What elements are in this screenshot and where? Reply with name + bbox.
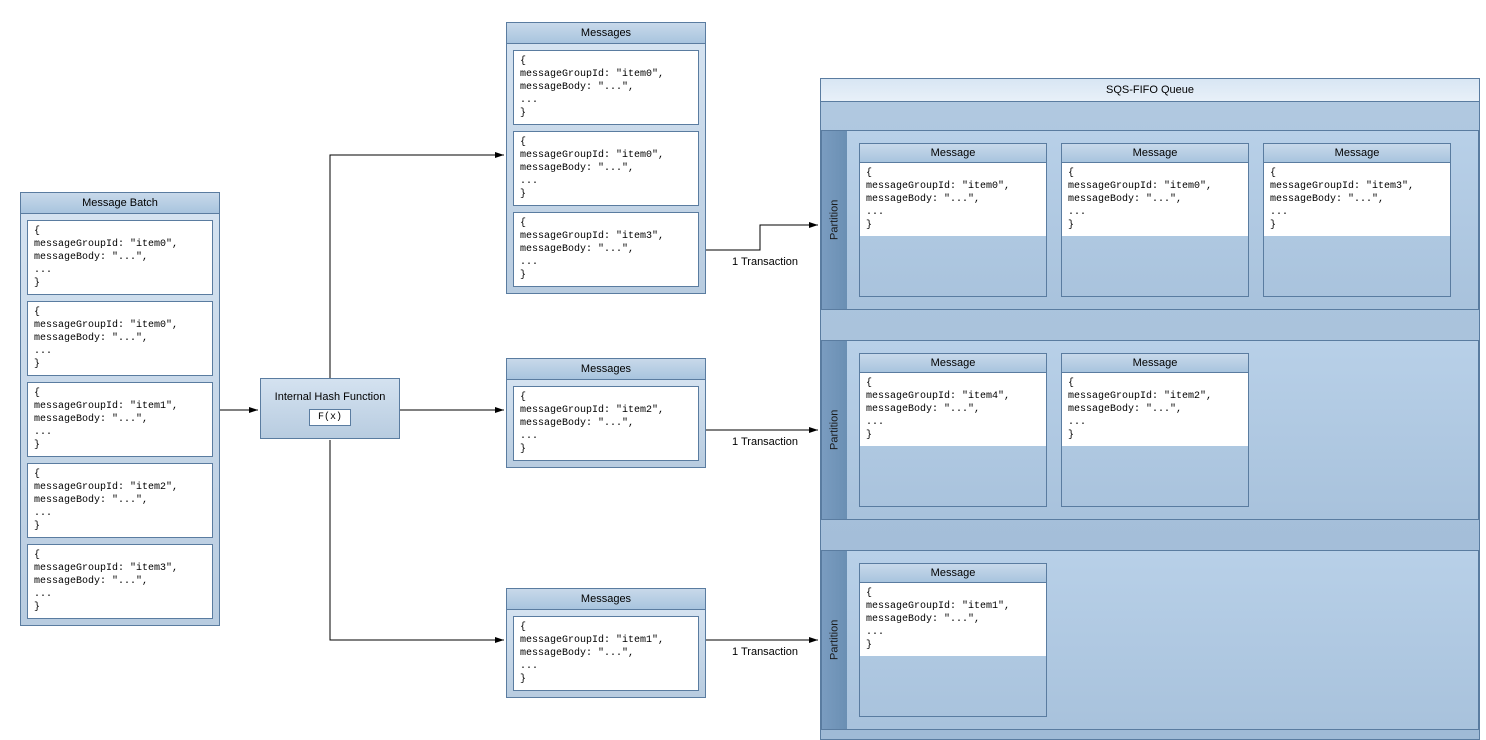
- messages-group-3-body: { messageGroupId: "item1", messageBody: …: [507, 610, 705, 697]
- message-card-body: { messageGroupId: "item0", messageBody: …: [1062, 163, 1248, 236]
- partition-content: Message { messageGroupId: "item4", messa…: [847, 340, 1479, 520]
- partition-content: Message { messageGroupId: "item0", messa…: [847, 130, 1479, 310]
- message-card-body: { messageGroupId: "item0", messageBody: …: [860, 163, 1046, 236]
- partition-row-2: Partition Message { messageGroupId: "ite…: [821, 550, 1479, 730]
- queue-body: Partition Message { messageGroupId: "ite…: [821, 102, 1479, 739]
- messages-group-2-body: { messageGroupId: "item2", messageBody: …: [507, 380, 705, 467]
- msg-item: { messageGroupId: "item0", messageBody: …: [513, 131, 699, 206]
- message-card: Message { messageGroupId: "item0", messa…: [1061, 143, 1249, 297]
- msg-item: { messageGroupId: "item0", messageBody: …: [513, 50, 699, 125]
- partition-row-1: Partition Message { messageGroupId: "ite…: [821, 340, 1479, 520]
- messages-group-2-title: Messages: [507, 359, 705, 380]
- msg-item: { messageGroupId: "item1", messageBody: …: [27, 382, 213, 457]
- message-card: Message { messageGroupId: "item0", messa…: [859, 143, 1047, 297]
- message-card: Message { messageGroupId: "item2", messa…: [1061, 353, 1249, 507]
- message-card-body: { messageGroupId: "item3", messageBody: …: [1264, 163, 1450, 236]
- hash-function-formula: F(x): [309, 409, 351, 426]
- message-card-body: { messageGroupId: "item4", messageBody: …: [860, 373, 1046, 446]
- partition-label: Partition: [821, 130, 847, 310]
- message-card-title: Message: [1062, 144, 1248, 163]
- msg-item: { messageGroupId: "item0", messageBody: …: [27, 301, 213, 376]
- partition-label: Partition: [821, 550, 847, 730]
- msg-item: { messageGroupId: "item3", messageBody: …: [27, 544, 213, 619]
- messages-group-3: Messages { messageGroupId: "item1", mess…: [506, 588, 706, 698]
- message-batch-box: Message Batch { messageGroupId: "item0",…: [20, 192, 220, 626]
- msg-item: { messageGroupId: "item2", messageBody: …: [27, 463, 213, 538]
- message-card: Message { messageGroupId: "item3", messa…: [1263, 143, 1451, 297]
- message-card-title: Message: [860, 354, 1046, 373]
- message-card: Message { messageGroupId: "item4", messa…: [859, 353, 1047, 507]
- partition-content: Message { messageGroupId: "item1", messa…: [847, 550, 1479, 730]
- messages-group-1: Messages { messageGroupId: "item0", mess…: [506, 22, 706, 294]
- message-batch-body: { messageGroupId: "item0", messageBody: …: [21, 214, 219, 625]
- arrow-label-2: 1 Transaction: [732, 436, 798, 448]
- msg-item: { messageGroupId: "item1", messageBody: …: [513, 616, 699, 691]
- arrow-label-3: 1 Transaction: [732, 646, 798, 658]
- message-batch-title: Message Batch: [21, 193, 219, 214]
- msg-item: { messageGroupId: "item2", messageBody: …: [513, 386, 699, 461]
- message-card: Message { messageGroupId: "item1", messa…: [859, 563, 1047, 717]
- hash-function-label: Internal Hash Function: [271, 391, 389, 403]
- msg-item: { messageGroupId: "item0", messageBody: …: [27, 220, 213, 295]
- message-card-title: Message: [860, 564, 1046, 583]
- arrow-label-1: 1 Transaction: [732, 256, 798, 268]
- messages-group-3-title: Messages: [507, 589, 705, 610]
- message-card-title: Message: [860, 144, 1046, 163]
- messages-group-2: Messages { messageGroupId: "item2", mess…: [506, 358, 706, 468]
- message-card-title: Message: [1264, 144, 1450, 163]
- message-card-body: { messageGroupId: "item2", messageBody: …: [1062, 373, 1248, 446]
- message-card-title: Message: [1062, 354, 1248, 373]
- messages-group-1-title: Messages: [507, 23, 705, 44]
- partition-row-0: Partition Message { messageGroupId: "ite…: [821, 130, 1479, 310]
- message-card-body: { messageGroupId: "item1", messageBody: …: [860, 583, 1046, 656]
- partition-label: Partition: [821, 340, 847, 520]
- msg-item: { messageGroupId: "item3", messageBody: …: [513, 212, 699, 287]
- messages-group-1-body: { messageGroupId: "item0", messageBody: …: [507, 44, 705, 293]
- hash-function-box: Internal Hash Function F(x): [260, 378, 400, 439]
- queue-title: SQS-FIFO Queue: [821, 79, 1479, 102]
- sqs-fifo-queue: SQS-FIFO Queue Partition Message { messa…: [820, 78, 1480, 740]
